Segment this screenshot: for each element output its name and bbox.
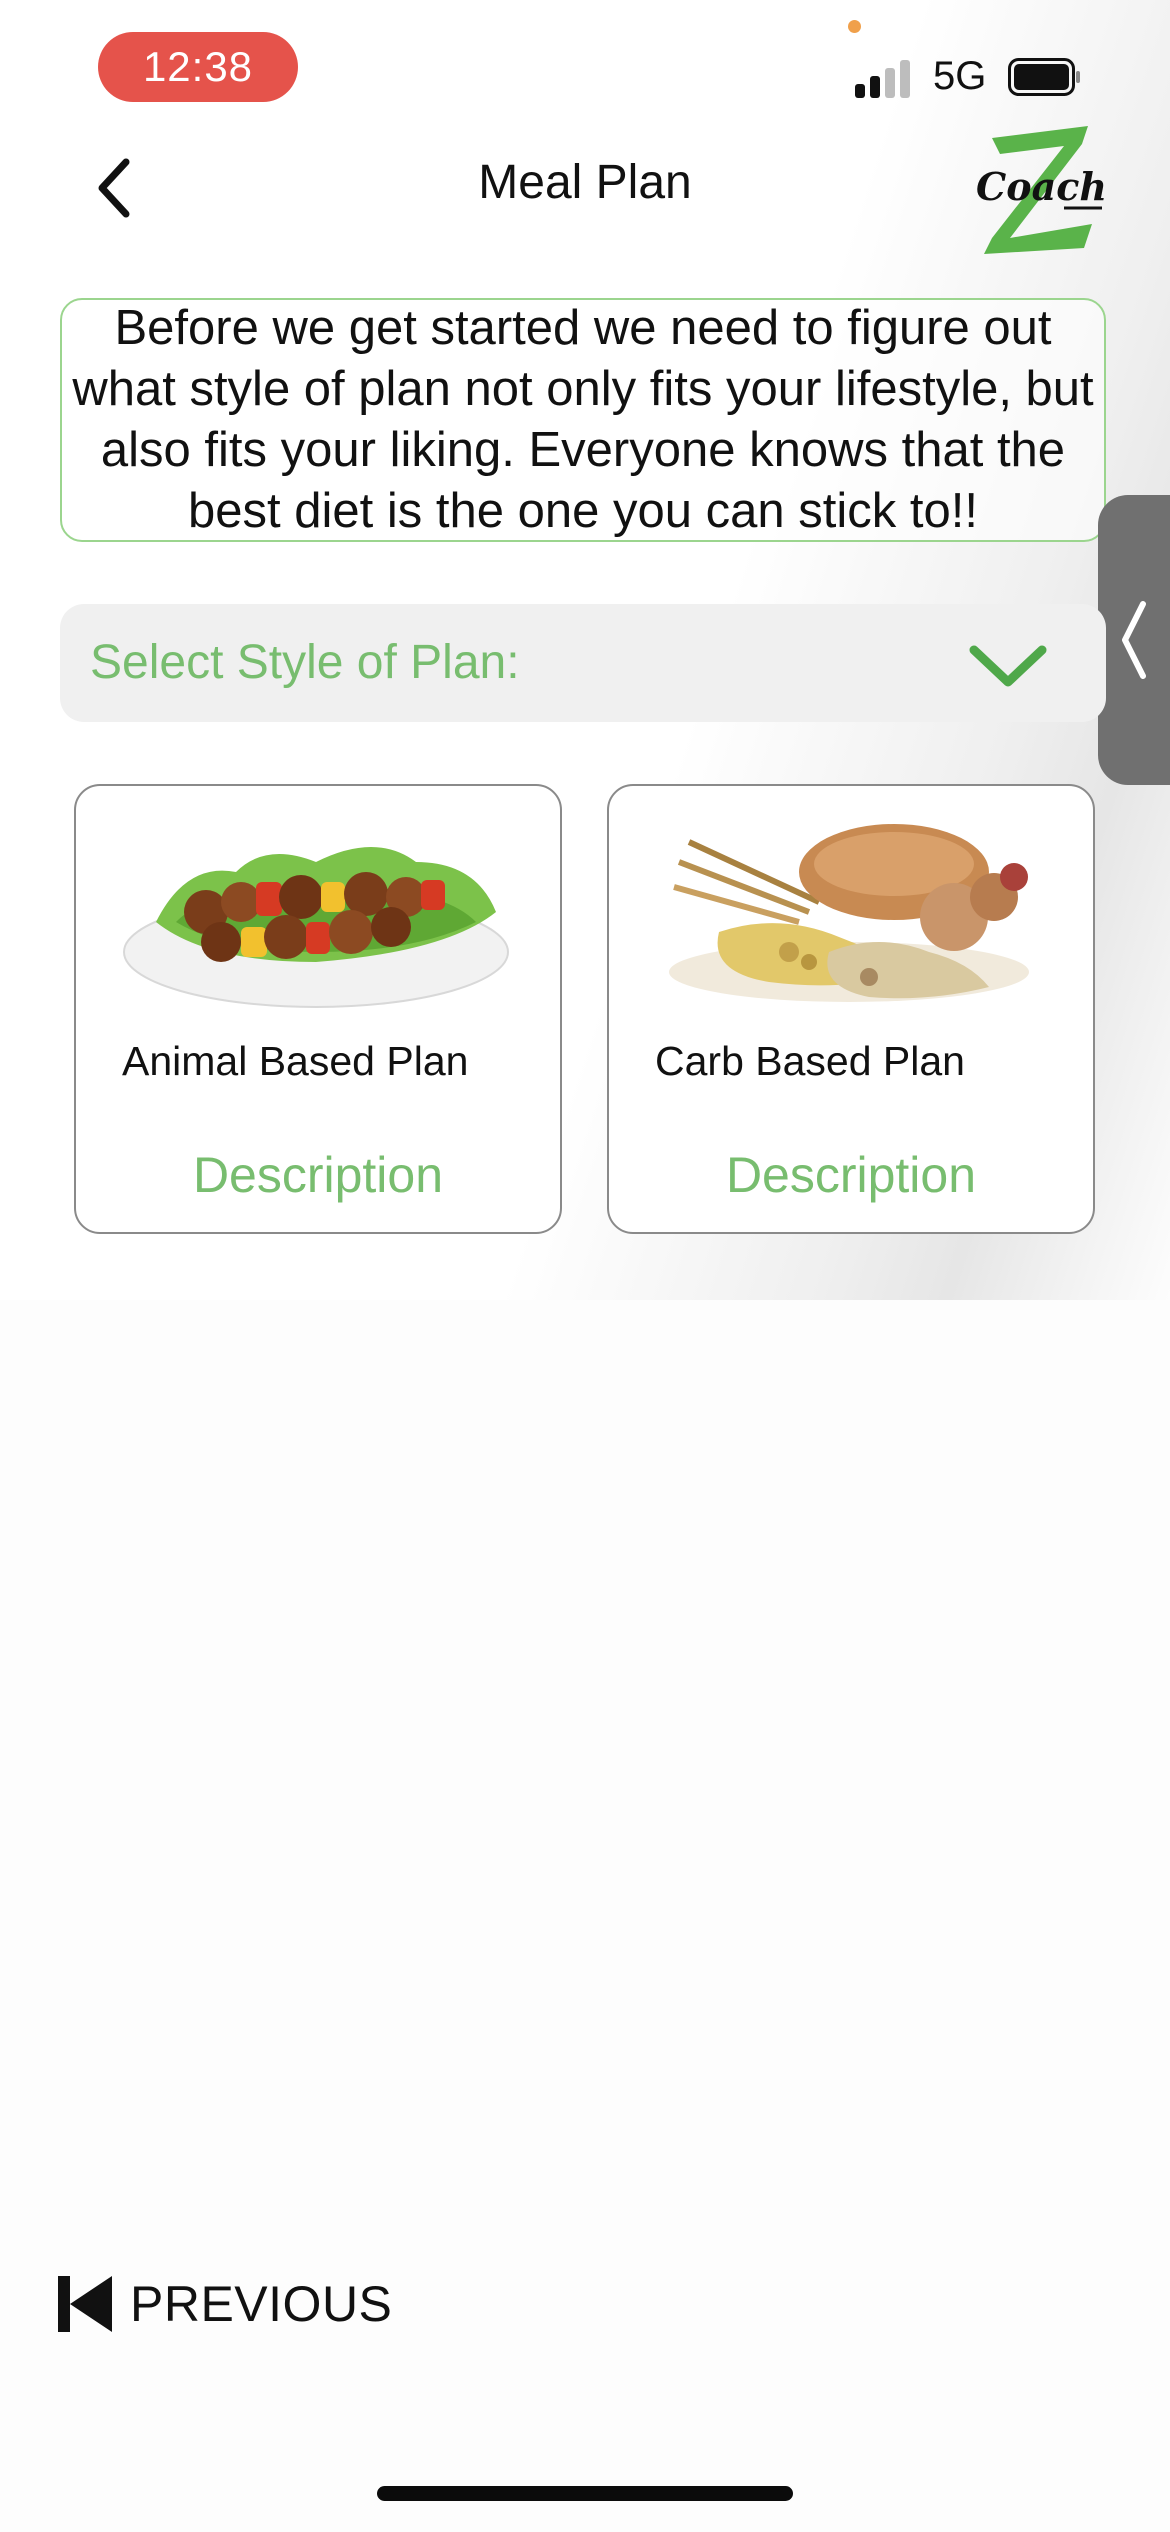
privacy-indicator-dot bbox=[848, 20, 861, 33]
intro-message: Before we get started we need to figure … bbox=[60, 298, 1106, 542]
back-button[interactable] bbox=[76, 150, 152, 226]
dropdown-label: Select Style of Plan: bbox=[90, 636, 520, 689]
plan-name: Carb Based Plan bbox=[655, 1038, 965, 1084]
chevron-left-icon bbox=[98, 158, 130, 218]
previous-label: PREVIOUS bbox=[130, 2276, 393, 2332]
logo-text: Coach bbox=[976, 164, 1107, 209]
chevron-down-icon bbox=[969, 645, 1047, 687]
network-type: 5G bbox=[933, 54, 987, 98]
plan-description-link[interactable]: Description bbox=[609, 1146, 1093, 1204]
side-drawer-handle[interactable] bbox=[1098, 495, 1170, 785]
chevron-left-icon bbox=[1122, 601, 1146, 679]
home-indicator[interactable] bbox=[377, 2486, 793, 2501]
status-time: 12:38 bbox=[98, 32, 298, 102]
plan-description-link[interactable]: Description bbox=[76, 1146, 560, 1204]
skip-back-icon bbox=[58, 2276, 112, 2332]
plan-card-carb[interactable]: Carb Based Plan Description bbox=[607, 784, 1095, 1234]
plan-style-dropdown[interactable]: Select Style of Plan: bbox=[60, 604, 1106, 722]
plan-card-animal[interactable]: Animal Based Plan Description bbox=[74, 784, 562, 1234]
signal-icon bbox=[855, 58, 915, 98]
bread-grains-image bbox=[669, 824, 1029, 1002]
page-title: Meal Plan bbox=[478, 156, 692, 209]
coach-logo: Coach bbox=[976, 126, 1107, 254]
battery-icon bbox=[1008, 58, 1080, 96]
kebab-skewers-image bbox=[123, 847, 509, 1008]
previous-button[interactable]: PREVIOUS bbox=[58, 2272, 392, 2336]
plan-name: Animal Based Plan bbox=[122, 1038, 469, 1084]
